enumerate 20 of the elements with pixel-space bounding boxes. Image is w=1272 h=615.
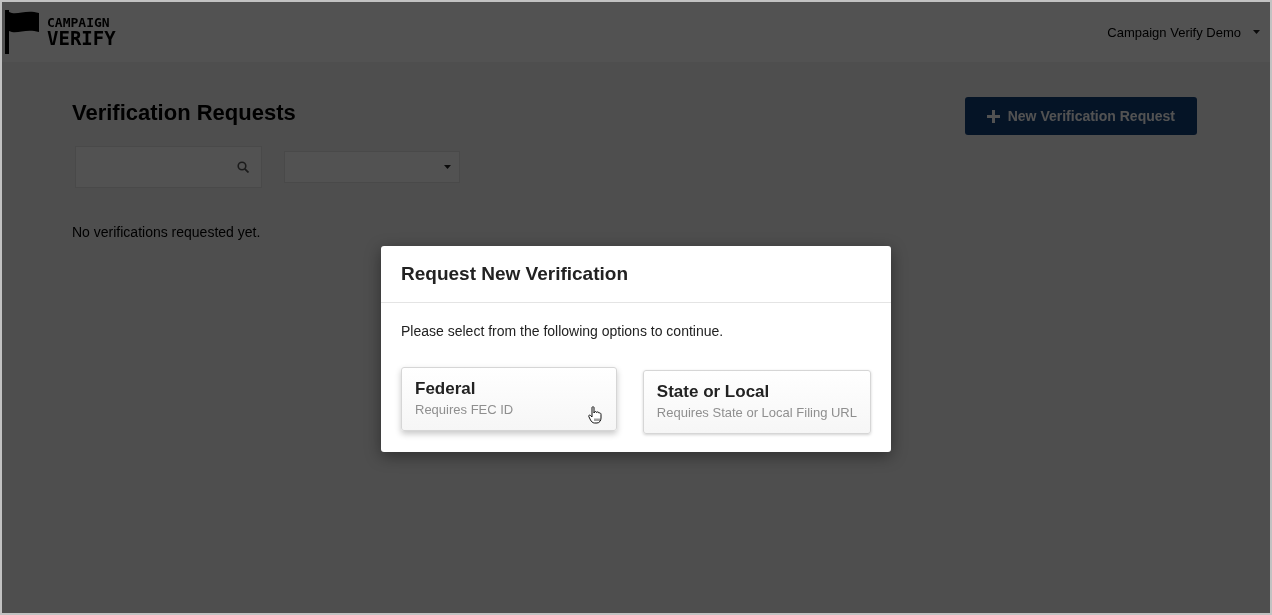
option-subtitle: Requires FEC ID [415, 402, 514, 417]
logo-text: VERIFY [47, 29, 116, 48]
option-title: Federal [415, 379, 476, 399]
modal-prompt: Please select from the following options to continue. [401, 323, 724, 339]
flag-icon [5, 10, 39, 54]
option-card[interactable]: Federal Requires FEC ID [401, 367, 617, 431]
search-icon [237, 161, 249, 173]
search-field[interactable] [75, 146, 262, 188]
option-card[interactable]: State or Local Requires State or Local Filing URL [642, 370, 871, 434]
status-select[interactable] [284, 151, 460, 183]
option-title: State or Local [656, 382, 770, 402]
empty-message: No verifications requested yet. [72, 224, 261, 240]
caret-icon [444, 165, 451, 169]
logo-text: CAMPAIGN [47, 16, 110, 29]
caret-icon [1253, 30, 1260, 34]
plus-icon [986, 109, 1000, 123]
hand-cursor-icon [587, 406, 602, 424]
modal-title: Request New Verification [401, 263, 628, 285]
page-title: Verification Requests [72, 100, 296, 126]
option-subtitle: Requires State or Local Filing URL [656, 405, 857, 420]
